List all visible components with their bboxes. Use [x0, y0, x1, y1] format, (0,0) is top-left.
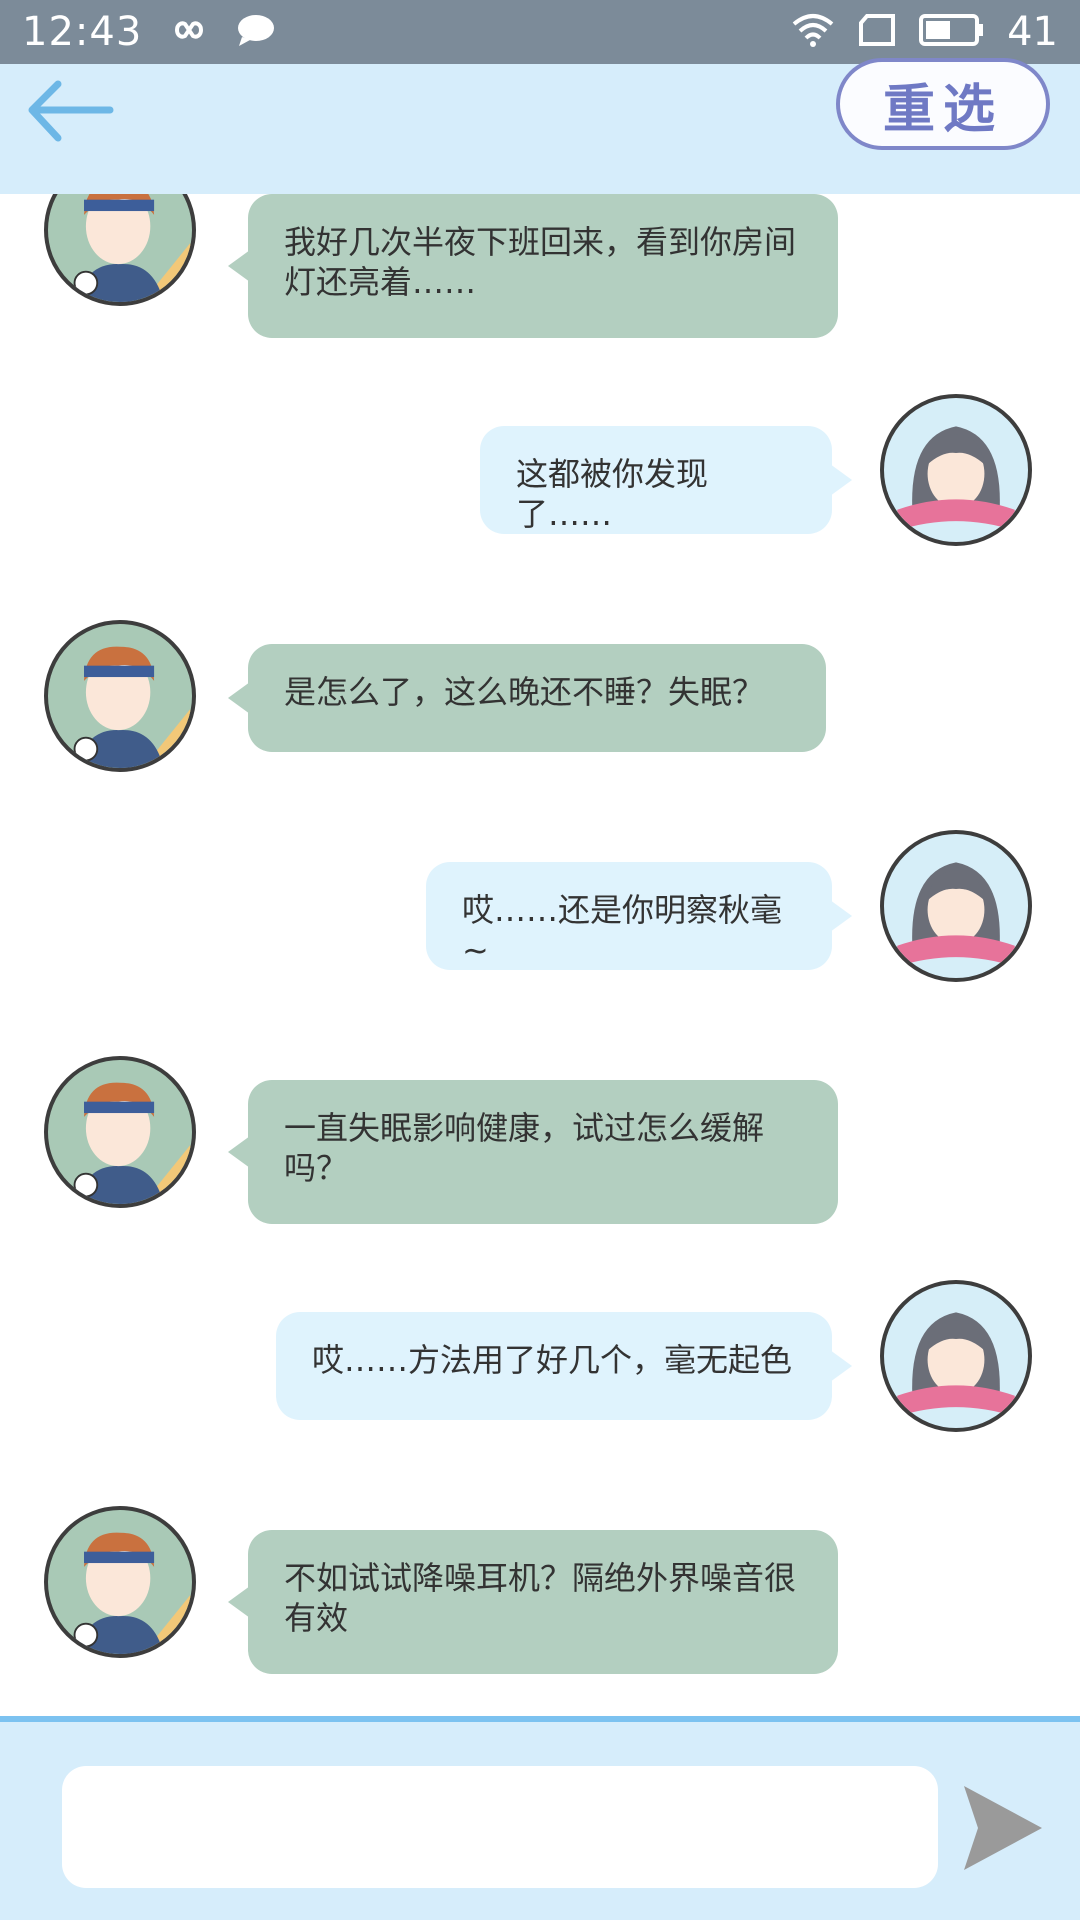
message-input[interactable] — [62, 1766, 938, 1888]
message-text: 我好几次半夜下班回来，看到你房间灯还亮着…… — [284, 223, 797, 301]
input-bar — [0, 1716, 1080, 1920]
back-button[interactable] — [22, 76, 122, 166]
girl-avatar-image — [897, 426, 1015, 531]
girl-avatar-image — [897, 1312, 1015, 1417]
girl-avatar[interactable] — [880, 1280, 1032, 1432]
chat-area: 我好几次半夜下班回来，看到你房间灯还亮着…… 这都被你发现了…… 是怎么了，这么… — [0, 194, 1080, 1716]
chat-bubble-icon — [236, 13, 276, 51]
status-bar: 12:43 41 — [0, 0, 1080, 64]
message-text: 一直失眠影响健康，试过怎么缓解吗？ — [284, 1109, 765, 1187]
message-bubble: 这都被你发现了…… — [480, 426, 852, 534]
message-bubble: 一直失眠影响健康，试过怎么缓解吗？ — [228, 1080, 838, 1224]
sim-card-icon — [857, 13, 897, 51]
boy-avatar-image — [73, 1532, 192, 1654]
message-text: 这都被你发现了…… — [516, 455, 709, 533]
message-text: 不如试试降噪耳机？隔绝外界噪音很有效 — [284, 1559, 797, 1637]
girl-avatar[interactable] — [880, 830, 1032, 982]
message-bubble: 我好几次半夜下班回来，看到你房间灯还亮着…… — [228, 194, 838, 338]
boy-avatar-image — [73, 646, 192, 768]
status-right: 41 — [791, 9, 1058, 55]
message-bubble: 哎……还是你明察秋毫~ — [426, 862, 852, 970]
message-bubble: 哎……方法用了好几个，毫无起色 — [276, 1312, 852, 1420]
battery-icon — [919, 13, 985, 51]
send-arrow-icon — [962, 1786, 1044, 1878]
reselect-button[interactable]: 重选 — [836, 58, 1050, 150]
infinity-icon — [164, 16, 214, 48]
battery-level: 41 — [1007, 9, 1058, 55]
boy-avatar[interactable] — [44, 1506, 196, 1658]
message-text: 是怎么了，这么晚还不睡？失眠？ — [284, 673, 765, 711]
message-text: 哎……方法用了好几个，毫无起色 — [312, 1341, 793, 1379]
message-bubble: 是怎么了，这么晚还不睡？失眠？ — [228, 644, 826, 752]
status-left: 12:43 — [22, 9, 276, 55]
message-bubble: 不如试试降噪耳机？隔绝外界噪音很有效 — [228, 1530, 838, 1674]
boy-avatar-image — [73, 194, 192, 302]
boy-avatar[interactable] — [44, 620, 196, 772]
arrow-left-icon — [22, 80, 122, 170]
boy-avatar[interactable] — [44, 1056, 196, 1208]
status-time: 12:43 — [22, 9, 143, 55]
message-text: 哎……还是你明察秋毫~ — [462, 891, 783, 969]
girl-avatar[interactable] — [880, 394, 1032, 546]
girl-avatar-image — [897, 862, 1015, 967]
wifi-icon — [791, 12, 835, 52]
send-button[interactable] — [962, 1784, 1044, 1874]
header: 重选 — [0, 58, 1080, 194]
boy-avatar[interactable] — [44, 194, 196, 306]
boy-avatar-image — [73, 1082, 192, 1204]
